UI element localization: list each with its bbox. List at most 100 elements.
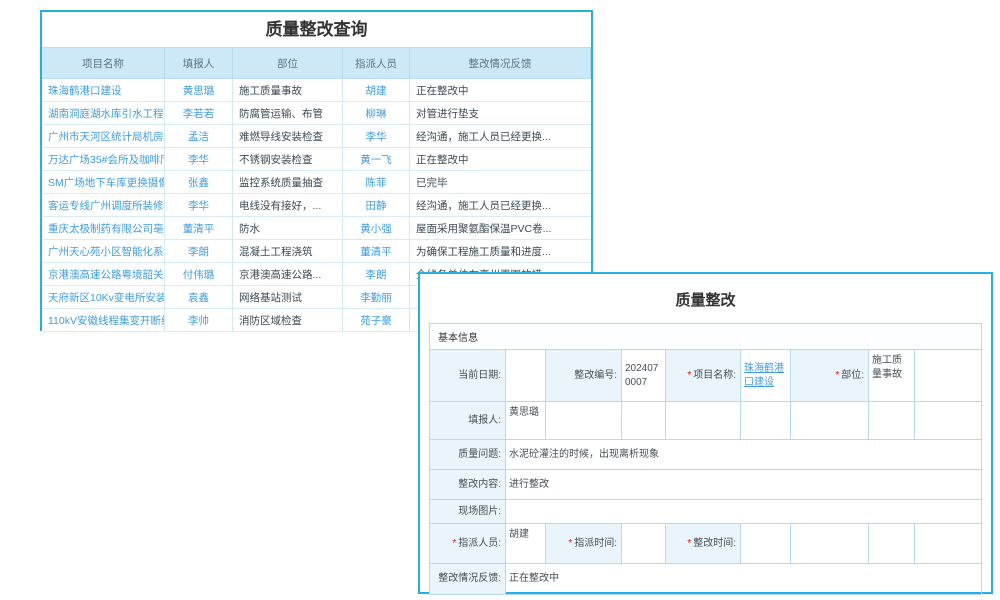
row-filler — [915, 350, 981, 401]
rect-content-value[interactable]: 进行整改 — [506, 470, 981, 499]
reporter-link[interactable]: 李帅 — [188, 313, 209, 328]
empty-cell — [666, 402, 741, 439]
column-header-part: 部位 — [233, 48, 343, 78]
form-title: 质量整改 — [429, 280, 982, 323]
required-marker: * — [568, 537, 572, 551]
part-value: 施工质量事故 — [869, 350, 915, 401]
column-header-assignee: 指派人员 — [343, 48, 410, 78]
assignee-link[interactable]: 李勤丽 — [360, 290, 392, 305]
reporter-link[interactable]: 董清平 — [183, 221, 215, 236]
table-row: SM广场地下车库更换摄像头 张鑫 监控系统质量抽查 陈菲 已完毕 — [42, 171, 591, 194]
quality-issue-label: 质量问题: — [430, 440, 506, 469]
part-cell: 电线没有接好，... — [233, 194, 343, 216]
reporter-link[interactable]: 李华 — [188, 198, 209, 213]
rect-time-value[interactable] — [741, 524, 791, 563]
reporter-link[interactable]: 张鑫 — [188, 175, 209, 190]
row-filler — [915, 402, 981, 439]
table-row: 重庆太极制药有限公司亳州 董清平 防水 黄小强 屋面采用聚氨酯保温PVC卷... — [42, 217, 591, 240]
assignee-link[interactable]: 胡建 — [366, 83, 387, 98]
form-row-rect-content: 整改内容: 进行整改 — [430, 470, 981, 500]
empty-cell — [791, 524, 869, 563]
form-row-site-photo: 现场图片: — [430, 500, 981, 524]
project-name-link[interactable]: 110kV安徽线程集变开断线 — [48, 313, 165, 328]
form-row-reporter: 填报人: 黄思璐 — [430, 402, 981, 440]
assignee-value[interactable]: 胡建 — [506, 524, 546, 563]
project-name-link[interactable]: SM广场地下车库更换摄像头 — [48, 175, 165, 190]
feedback-cell: 已完毕 — [410, 171, 591, 193]
empty-cell — [869, 402, 915, 439]
assignee-link[interactable]: 陈菲 — [366, 175, 387, 190]
part-label: *部位: — [791, 350, 869, 401]
current-date-label: 当前日期: — [430, 350, 506, 401]
form-project-name-link[interactable]: 珠海鹤港口建设 — [744, 362, 787, 389]
assignee-link[interactable]: 黄一飞 — [360, 152, 392, 167]
project-name-link[interactable]: 广州天心苑小区智能化系统 — [48, 244, 165, 259]
required-marker: * — [835, 369, 839, 383]
row-filler — [915, 524, 981, 563]
feedback-cell: 正在整改中 — [410, 79, 591, 101]
table-row: 客运专线广州调度所装修项目 李华 电线没有接好，... 田静 经沟通，施工人员已… — [42, 194, 591, 217]
project-name-link[interactable]: 重庆太极制药有限公司亳州 — [48, 221, 165, 236]
reporter-value[interactable]: 黄思璐 — [506, 402, 546, 439]
project-name-link[interactable]: 广州市天河区统计局机房改 — [48, 129, 165, 144]
project-name-link[interactable]: 天府新区10Kv变电所安装工程 — [48, 290, 165, 305]
empty-cell — [869, 524, 915, 563]
part-cell: 防水 — [233, 217, 343, 239]
reporter-link[interactable]: 袁鑫 — [188, 290, 209, 305]
basic-info-section-header: 基本信息 — [429, 323, 982, 350]
reporter-link[interactable]: 李朗 — [188, 244, 209, 259]
project-name-link[interactable]: 京港澳高速公路粤境韶关至 — [48, 267, 165, 282]
feedback-cell: 经沟通，施工人员已经更换... — [410, 125, 591, 147]
part-cell: 混凝土工程浇筑 — [233, 240, 343, 262]
rect-no-label: 整改编号: — [546, 350, 622, 401]
column-header-project: 项目名称 — [42, 48, 165, 78]
feedback-cell: 经沟通，施工人员已经更换... — [410, 194, 591, 216]
reporter-link[interactable]: 李华 — [188, 152, 209, 167]
assignee-link[interactable]: 李华 — [366, 129, 387, 144]
reporter-link[interactable]: 付伟璐 — [183, 267, 215, 282]
assignee-link[interactable]: 苑子豪 — [360, 313, 392, 328]
assign-time-label: *指派时间: — [546, 524, 622, 563]
reporter-link[interactable]: 黄思璐 — [183, 83, 215, 98]
feedback-cell: 正在整改中 — [410, 148, 591, 170]
reporter-link[interactable]: 李若若 — [183, 106, 215, 121]
feedback-cell: 屋面采用聚氨酯保温PVC卷... — [410, 217, 591, 239]
rect-content-label: 整改内容: — [430, 470, 506, 499]
assignee-link[interactable]: 田静 — [366, 198, 387, 213]
assignee-link[interactable]: 黄小强 — [360, 221, 392, 236]
feedback-value[interactable]: 正在整改中 — [506, 564, 981, 594]
reporter-link[interactable]: 孟洁 — [188, 129, 209, 144]
part-cell: 施工质量事故 — [233, 79, 343, 101]
project-name-link[interactable]: 湖南洞庭湖水库引水工程施 — [48, 106, 165, 121]
reporter-label: 填报人: — [430, 402, 506, 439]
empty-cell — [791, 402, 869, 439]
feedback-label: 整改情况反馈: — [430, 564, 506, 594]
assignee-link[interactable]: 柳琳 — [366, 106, 387, 121]
quality-issue-value[interactable]: 水泥砼灌注的时候，出现离析现象 — [506, 440, 981, 469]
assign-time-value[interactable] — [622, 524, 666, 563]
table-row: 湖南洞庭湖水库引水工程施 李若若 防腐管运输、布管 柳琳 对管进行垫支 — [42, 102, 591, 125]
column-header-feedback: 整改情况反馈 — [410, 48, 591, 78]
empty-cell — [546, 402, 622, 439]
query-panel-title: 质量整改查询 — [42, 12, 591, 47]
part-cell: 不锈钢安装检查 — [233, 148, 343, 170]
project-name-link[interactable]: 万达广场35#会所及咖啡厅 — [48, 152, 165, 167]
table-row: 万达广场35#会所及咖啡厅 李华 不锈钢安装检查 黄一飞 正在整改中 — [42, 148, 591, 171]
part-cell: 防腐管运输、布管 — [233, 102, 343, 124]
part-cell: 监控系统质量抽查 — [233, 171, 343, 193]
project-name-link[interactable]: 客运专线广州调度所装修项目 — [48, 198, 165, 213]
project-name-link[interactable]: 珠海鹤港口建设 — [48, 83, 122, 98]
form-row-feedback: 整改情况反馈: 正在整改中 — [430, 564, 981, 594]
rect-time-label: *整改时间: — [666, 524, 741, 563]
required-marker: * — [687, 537, 691, 551]
assignee-link[interactable]: 董清平 — [360, 244, 392, 259]
required-marker: * — [452, 537, 456, 551]
form-table: 当前日期: 整改编号: 2024070007 *项目名称: 珠海鹤港口建设 *部… — [429, 350, 982, 595]
project-name-label: *项目名称: — [666, 350, 741, 401]
site-photo-value[interactable] — [506, 500, 981, 523]
current-date-value[interactable] — [506, 350, 546, 401]
quality-rectification-form-panel: 质量整改 基本信息 当前日期: 整改编号: 2024070007 *项目名称: … — [418, 272, 993, 594]
assignee-link[interactable]: 李朗 — [366, 267, 387, 282]
form-row-assignee-times: *指派人员: 胡建 *指派时间: *整改时间: — [430, 524, 981, 564]
query-table-header: 项目名称 填报人 部位 指派人员 整改情况反馈 — [42, 47, 591, 79]
